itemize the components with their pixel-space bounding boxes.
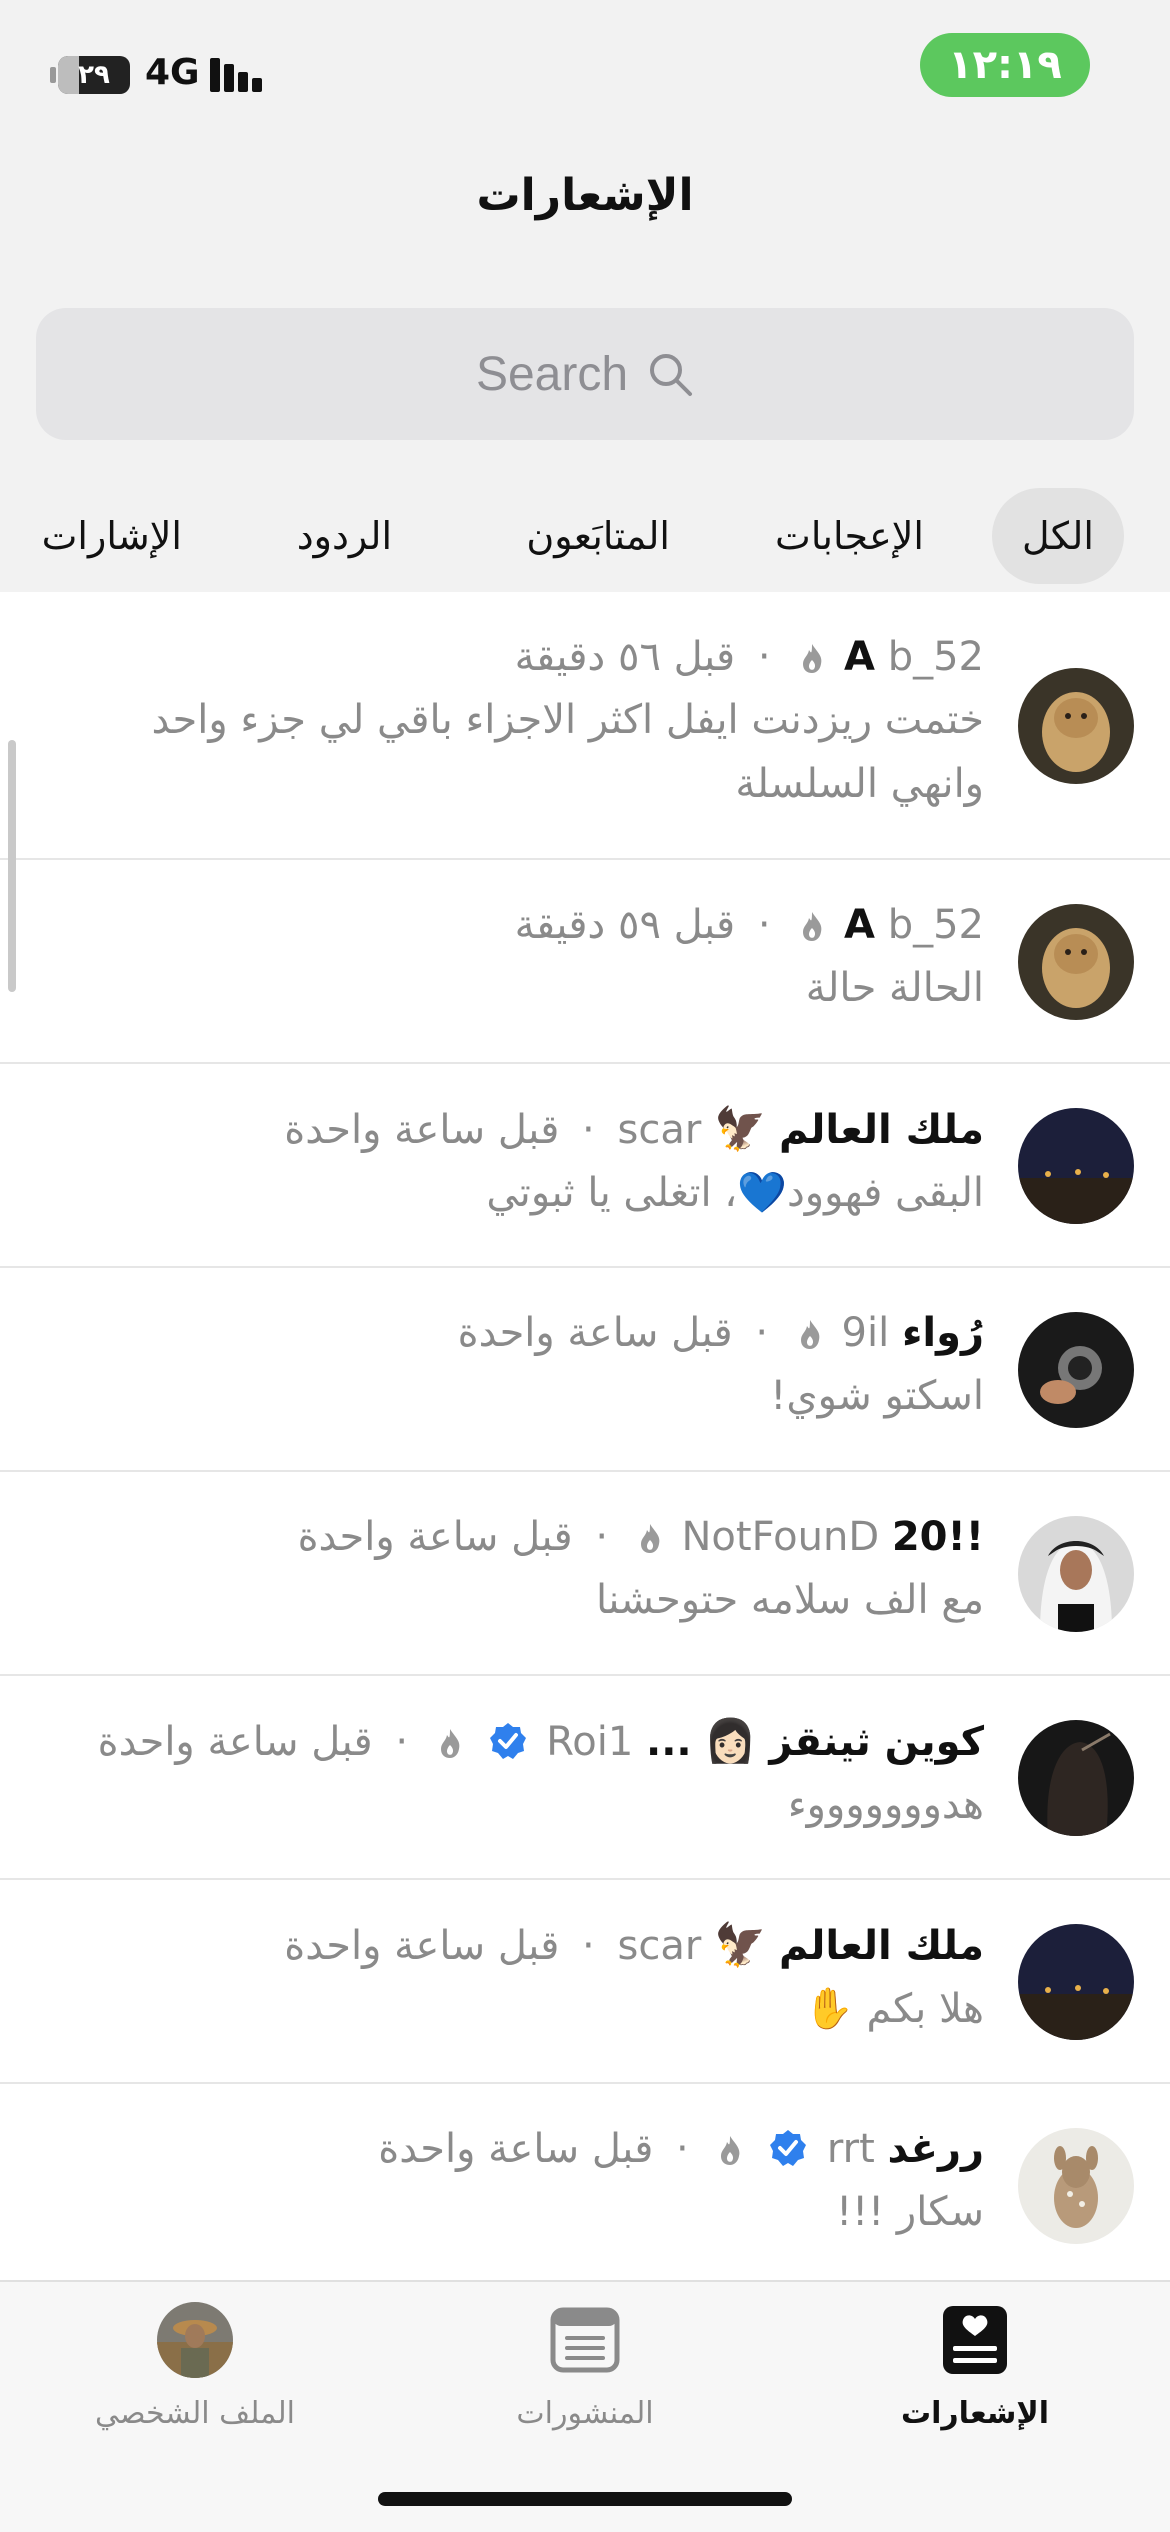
tab-replies[interactable]: الردود — [297, 488, 392, 584]
notification-text: الحالة حالة — [805, 965, 984, 1011]
user-handle[interactable]: scar — [617, 1923, 701, 1969]
flame-icon — [440, 1729, 460, 1758]
user-handle[interactable]: b_52 — [888, 902, 984, 948]
nav-posts[interactable]: المنشورات — [390, 2302, 780, 2431]
notification-item[interactable]: ملك العالم 🦅 scar · قبل ساعة واحدة البقى… — [0, 1064, 1170, 1268]
notification-meta: !!20 NotFounD · قبل ساعة واحدة — [297, 1514, 984, 1560]
notification-item[interactable]: A b_52 · قبل ٥٩ دقيقة الحالة حالة — [0, 860, 1170, 1064]
battery-icon: ٢٩ — [58, 56, 130, 94]
notification-meta: رُواء 9il · قبل ساعة واحدة — [457, 1310, 984, 1356]
avatar[interactable] — [1018, 1720, 1134, 1836]
nav-notifications[interactable]: الإشعارات — [780, 2302, 1170, 2431]
nav-label: الإشعارات — [900, 2396, 1050, 2431]
nav-profile[interactable]: الملف الشخصي — [0, 2302, 390, 2431]
user-handle[interactable]: 9il — [842, 1310, 890, 1356]
avatar[interactable] — [1018, 1516, 1134, 1632]
timestamp: قبل ساعة واحدة — [284, 1107, 560, 1153]
name-ellipsis: ... — [646, 1719, 692, 1765]
notification-meta: A b_52 · قبل ٥٩ دقيقة — [514, 902, 984, 948]
user-handle[interactable]: scar — [617, 1107, 701, 1153]
notification-meta: ملك العالم 🦅 scar · قبل ساعة واحدة — [284, 1920, 984, 1969]
nav-label: الملف الشخصي — [95, 2396, 295, 2431]
scrollbar[interactable] — [8, 740, 16, 992]
tab-following[interactable]: المتابَعون — [526, 488, 670, 584]
notification-meta: A b_52 · قبل ٥٦ دقيقة — [514, 634, 984, 680]
timestamp: قبل ٥٦ دقيقة — [514, 634, 736, 680]
notifications-heart-icon — [943, 2306, 1007, 2374]
woman-emoji: 👩🏻 — [704, 1716, 757, 1765]
user-name[interactable]: ررغد — [888, 2126, 984, 2172]
page-title: الإشعارات — [476, 170, 694, 221]
user-name[interactable]: ملك العالم — [779, 1923, 984, 1969]
notification-item[interactable]: ررغد rrt · قبل ساعة واحدة سكار !!! — [0, 2084, 1170, 2288]
tab-likes[interactable]: الإعجابات — [775, 488, 924, 584]
verified-badge-icon — [770, 2130, 807, 2166]
notification-text: مع الف سلامه حتوحشنا — [596, 1577, 984, 1623]
user-name[interactable]: كوين ثينقز — [769, 1719, 984, 1765]
notification-item[interactable]: كوين ثينقز 👩🏻 ... Roi1 · قبل ساعة واحدة … — [0, 1676, 1170, 1880]
flame-icon — [803, 644, 822, 673]
signal-icon — [210, 58, 266, 92]
status-time[interactable]: ١٢:١٩ — [920, 33, 1090, 97]
tab-all[interactable]: الكل — [992, 488, 1124, 584]
nav-label: المنشورات — [516, 2396, 654, 2431]
notification-text: ختمت ريزدنت ايفل اكثر الاجزاء باقي لي جز… — [151, 697, 984, 807]
flame-icon — [803, 912, 822, 941]
notification-item[interactable]: !!20 NotFounD · قبل ساعة واحدة مع الف سل… — [0, 1472, 1170, 1676]
user-name[interactable]: A — [844, 902, 875, 948]
flame-icon — [800, 1320, 820, 1349]
notification-item[interactable]: ملك العالم 🦅 scar · قبل ساعة واحدة هلا ب… — [0, 1880, 1170, 2084]
avatar[interactable] — [1018, 1108, 1134, 1224]
profile-avatar — [157, 2302, 233, 2378]
notification-text: اسكتو شوي! — [770, 1373, 984, 1419]
notification-text: البقى فهوود💙، اتغلى يا ثبوتي — [486, 1170, 984, 1216]
user-handle[interactable]: Roi1 — [546, 1719, 633, 1765]
posts-icon — [550, 2307, 620, 2373]
timestamp: قبل ٥٩ دقيقة — [514, 902, 736, 948]
battery-tip — [50, 67, 56, 83]
user-name[interactable]: ملك العالم — [779, 1107, 984, 1153]
filter-tabs: الكل الإعجابات المتابَعون الردود الإشارا… — [0, 488, 1170, 584]
eagle-emoji: 🦅 — [714, 1920, 767, 1969]
flame-icon — [721, 2136, 740, 2165]
user-handle[interactable]: NotFounD — [681, 1514, 879, 1560]
eagle-emoji: 🦅 — [714, 1104, 767, 1153]
user-name[interactable]: !!20 — [892, 1514, 984, 1560]
notification-meta: ررغد rrt · قبل ساعة واحدة — [378, 2126, 984, 2172]
notification-item[interactable]: رُواء 9il · قبل ساعة واحدة اسكتو شوي! — [0, 1268, 1170, 1472]
timestamp: قبل ساعة واحدة — [378, 2126, 654, 2172]
avatar[interactable] — [1018, 1924, 1134, 2040]
battery-text: ٢٩ — [78, 60, 110, 90]
timestamp: قبل ساعة واحدة — [284, 1923, 560, 1969]
network-type: 4G — [145, 52, 200, 93]
status-bar: ٢٩ 4G ١٢:١٩ — [0, 0, 1170, 140]
timestamp: قبل ساعة واحدة — [457, 1310, 733, 1356]
user-name[interactable]: A — [844, 634, 875, 680]
avatar[interactable] — [1018, 668, 1134, 784]
verified-badge-icon — [489, 1723, 526, 1759]
tab-mentions[interactable]: الإشارات — [42, 488, 182, 584]
notification-item[interactable]: A b_52 · قبل ٥٦ دقيقة ختمت ريزدنت ايفل ا… — [0, 592, 1170, 860]
timestamp: قبل ساعة واحدة — [297, 1514, 573, 1560]
notification-text: سكار !!! — [836, 2189, 984, 2235]
user-handle[interactable]: rrt — [827, 2126, 875, 2172]
notification-text: هلا بكم ✋ — [803, 1986, 984, 2032]
user-handle[interactable]: b_52 — [888, 634, 984, 680]
search-icon — [650, 354, 693, 396]
timestamp: قبل ساعة واحدة — [97, 1719, 373, 1765]
search-placeholder: Search — [475, 347, 629, 401]
user-name[interactable]: رُواء — [902, 1310, 984, 1356]
home-indicator[interactable] — [378, 2492, 792, 2506]
notification-text: هدوووووووء — [787, 1782, 984, 1828]
notification-meta: ملك العالم 🦅 scar · قبل ساعة واحدة — [284, 1104, 984, 1153]
avatar[interactable] — [1018, 904, 1134, 1020]
search-input[interactable]: Search — [36, 308, 1134, 440]
avatar[interactable] — [1018, 2128, 1134, 2244]
notification-meta: كوين ثينقز 👩🏻 ... Roi1 · قبل ساعة واحدة — [97, 1716, 984, 1765]
flame-icon — [640, 1524, 660, 1553]
avatar[interactable] — [1018, 1312, 1134, 1428]
